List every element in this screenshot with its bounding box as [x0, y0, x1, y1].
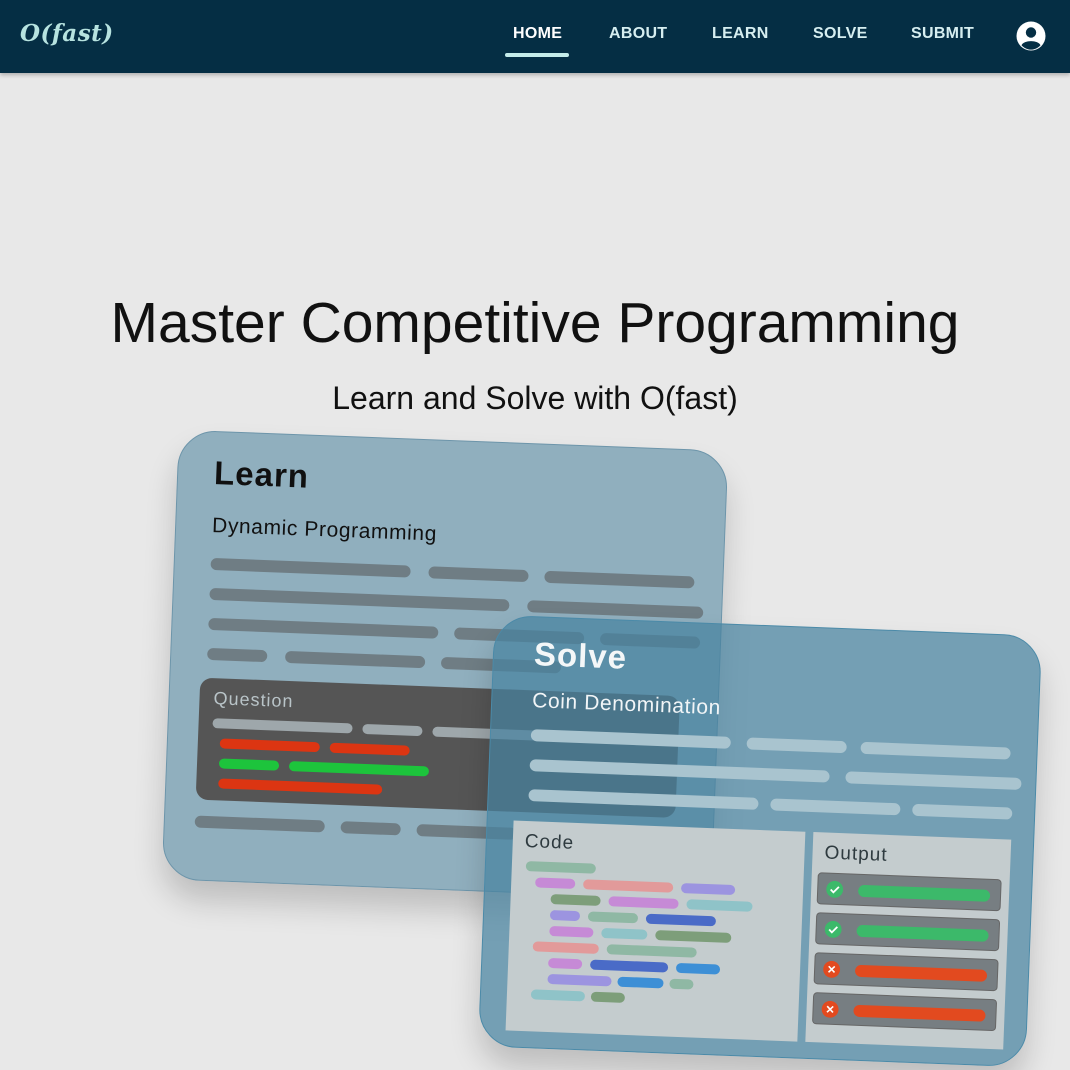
code-line: [547, 957, 583, 970]
question-line: [219, 738, 320, 753]
learn-card-topic: Dynamic Programming: [211, 513, 438, 546]
nav-solve[interactable]: SOLVE: [813, 25, 868, 43]
text-placeholder-line: [340, 821, 401, 836]
x-circle-icon: [823, 960, 841, 978]
question-line: [329, 742, 410, 756]
question-line: [212, 718, 353, 734]
output-result-row: [812, 992, 998, 1032]
code-line: [645, 913, 717, 927]
nav-active-indicator: [505, 53, 569, 57]
nav-home[interactable]: HOME: [513, 25, 562, 43]
fail-result-bar: [854, 964, 988, 982]
code-line: [590, 991, 626, 1003]
code-label: Code: [524, 830, 575, 854]
text-placeholder-line: [210, 557, 411, 578]
text-placeholder-line: [912, 803, 1013, 820]
solve-card-problem: Coin Denomination: [531, 689, 722, 720]
pass-result-bar: [856, 924, 989, 942]
text-placeholder-line: [284, 650, 426, 669]
solve-card[interactable]: Solve Coin Denomination Code Output: [477, 614, 1043, 1068]
code-line: [532, 941, 599, 954]
code-line: [549, 925, 594, 938]
code-line: [606, 944, 697, 958]
output-result-row: [816, 872, 1002, 912]
brand-logo[interactable]: O(fast): [20, 20, 114, 47]
question-line: [218, 778, 383, 795]
solve-card-title: Solve: [533, 635, 628, 676]
output-label: Output: [824, 842, 888, 866]
text-placeholder-line: [845, 771, 1022, 790]
output-result-row: [813, 952, 999, 992]
text-placeholder-line: [544, 570, 695, 589]
code-line: [547, 973, 612, 987]
hero-subtitle: Learn and Solve with O(fast): [332, 380, 738, 416]
code-line: [589, 959, 669, 973]
question-line: [362, 723, 423, 737]
question-line: [218, 758, 280, 771]
text-placeholder-line: [528, 789, 759, 810]
text-placeholder-line: [746, 737, 847, 754]
text-placeholder-line: [428, 566, 529, 583]
code-line: [669, 978, 694, 990]
code-line: [675, 962, 721, 975]
code-line: [530, 989, 586, 1002]
code-line: [655, 930, 732, 943]
question-line: [288, 761, 430, 777]
nav-submit[interactable]: SUBMIT: [911, 25, 974, 43]
output-panel: Output: [805, 832, 1012, 1050]
hero-title: Master Competitive Programming: [110, 291, 960, 355]
check-circle-icon: [826, 880, 844, 898]
code-line: [617, 976, 664, 989]
nav-about[interactable]: ABOUT: [609, 25, 667, 43]
check-circle-icon: [824, 920, 842, 938]
code-panel: Code: [505, 820, 806, 1042]
text-placeholder-line: [209, 587, 510, 612]
code-line: [680, 883, 736, 896]
question-label: Question: [213, 688, 294, 712]
nav-learn[interactable]: LEARN: [712, 25, 769, 43]
code-line: [587, 911, 639, 924]
code-line: [535, 877, 576, 889]
text-placeholder-line: [207, 647, 268, 663]
text-placeholder-line: [208, 617, 439, 639]
code-line: [549, 909, 581, 922]
code-line: [525, 861, 597, 874]
text-placeholder-line: [860, 741, 1011, 760]
code-line: [601, 927, 648, 940]
code-line: [608, 896, 679, 909]
code-line: [583, 879, 674, 893]
output-result-row: [815, 912, 1001, 952]
text-placeholder-line: [770, 798, 901, 816]
code-line: [686, 899, 753, 912]
x-circle-icon: [821, 1000, 839, 1018]
account-circle-icon[interactable]: [1016, 21, 1046, 51]
text-placeholder-line: [194, 815, 325, 833]
pass-result-bar: [857, 884, 991, 902]
learn-card-title: Learn: [213, 454, 310, 495]
text-placeholder-line: [530, 729, 731, 749]
text-placeholder-line: [529, 759, 830, 783]
code-line: [550, 894, 601, 906]
top-navbar: O(fast) HOME ABOUT LEARN SOLVE SUBMIT: [0, 0, 1070, 73]
fail-result-bar: [853, 1004, 986, 1022]
